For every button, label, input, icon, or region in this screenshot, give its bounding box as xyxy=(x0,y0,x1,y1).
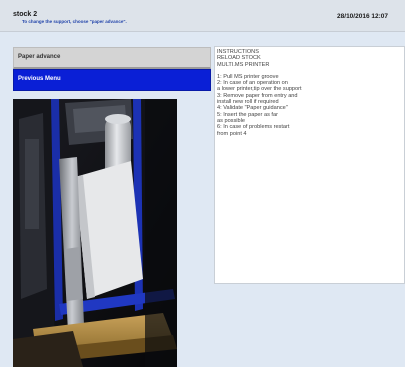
instruction-line: from point 4 xyxy=(217,130,247,137)
instructions-panel: INSTRUCTIONS RELOAD STOCK MULTI.MS PRINT… xyxy=(214,46,405,284)
screen: stock 2 To change the support, choose "p… xyxy=(0,0,405,367)
previous-menu-button[interactable]: Previous Menu xyxy=(13,69,211,91)
header-bar: stock 2 To change the support, choose "p… xyxy=(0,0,405,32)
screen-subtitle: To change the support, choose "paper adv… xyxy=(22,19,127,24)
printer-mechanism-photo xyxy=(13,99,177,367)
screen-title: stock 2 xyxy=(13,11,38,18)
date-time-display: 28/10/2016 12:07 xyxy=(337,13,388,20)
paper-advance-button[interactable]: Paper advance xyxy=(13,47,211,69)
